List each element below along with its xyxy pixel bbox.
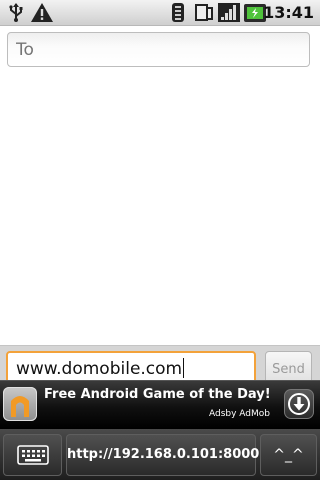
recipient-to-field[interactable]: [7, 32, 310, 67]
sim-icon: [194, 3, 214, 26]
message-text: www.domobile.com: [16, 359, 183, 379]
server-url-button[interactable]: http://192.168.0.101:8000: [66, 434, 259, 476]
status-clock: 13:41: [263, 3, 314, 22]
keyboard-button[interactable]: [3, 434, 62, 476]
bottom-bar: http://192.168.0.101:8000 ^_^: [0, 429, 320, 480]
ad-banner[interactable]: Free Android Game of the Day! Adsby AdMo…: [0, 380, 320, 429]
download-icon[interactable]: [284, 389, 314, 419]
keyboard-icon: [16, 444, 49, 465]
ad-attribution: Adsby AdMob: [209, 409, 270, 419]
game-app-icon: [3, 387, 37, 421]
usb-icon: [8, 3, 24, 26]
emoticon-button[interactable]: ^_^: [260, 434, 317, 476]
status-bar: 13:41: [0, 0, 320, 26]
warning-icon: [30, 2, 54, 27]
wifi-icon: [170, 2, 186, 27]
signal-icon: [218, 2, 240, 27]
ad-title: Free Android Game of the Day!: [44, 387, 271, 402]
text-cursor: [183, 358, 185, 378]
